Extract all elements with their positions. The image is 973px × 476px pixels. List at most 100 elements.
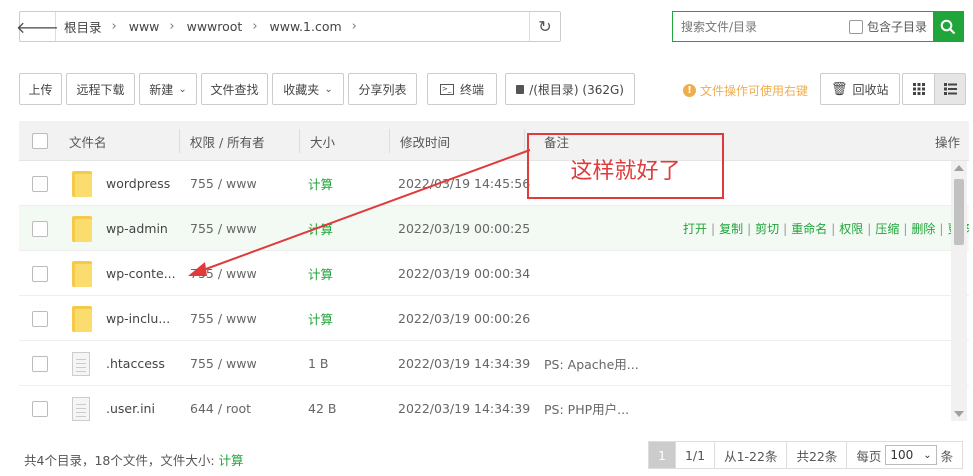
file-size[interactable]: 计算 [308,296,333,341]
warning-icon: ! [683,84,696,97]
page-total: 1/1 [676,442,716,468]
header-mtime[interactable]: 修改时间 [400,121,450,161]
crumb-site[interactable]: www.1.com [270,19,342,34]
upload-button[interactable]: 上传 [19,73,62,105]
table-row[interactable]: .htaccess 755 / www 1 B 2022/03/19 14:34:39… [19,341,969,386]
row-action-4[interactable]: 权限 [839,220,863,237]
row-checkbox[interactable] [32,175,48,192]
file-name[interactable]: .htaccess [106,341,165,386]
folder-summary: 共4个目录，18个文件，文件大小: 计算 [24,450,244,469]
folder-icon [72,170,92,197]
file-size[interactable]: 计算 [308,251,333,296]
refresh-icon[interactable]: ↻ [529,12,560,41]
file-name[interactable]: wp-admin [106,206,168,251]
disk-label: /(根目录) (362G) [529,82,624,97]
file-icon [72,396,90,421]
new-dropdown-button[interactable]: 新建 ⌄ [139,73,197,105]
breadcrumb: 根目录 › www › wwwroot › www.1.com › [56,17,529,36]
include-subdir-checkbox[interactable] [849,19,863,34]
row-checkbox[interactable] [32,355,48,372]
scroll-down-arrow-icon[interactable] [954,411,964,417]
table-row[interactable]: wp-admin 755 / www 计算 2022/03/19 00:00:25 打开… [19,206,969,251]
per-page-label: 每页 [856,448,882,464]
terminal-icon: >_ [439,83,454,95]
scroll-up-arrow-icon[interactable] [954,165,964,171]
row-checkbox[interactable] [32,265,48,282]
table-scrollbar[interactable] [951,161,967,421]
header-name[interactable]: 文件名 [69,121,107,161]
favorites-label: 收藏夹 [283,82,320,97]
file-name[interactable]: wordpress [106,161,170,206]
per-page-control: 每页 100 ⌄ 条 [847,442,962,468]
view-toggle [902,73,966,105]
file-mtime: 2022/03/19 00:00:26 [398,311,531,326]
row-action-6[interactable]: 删除 [911,220,935,237]
back-arrow-icon[interactable]: 🡐 [16,12,59,41]
row-action-0[interactable]: 打开 [683,220,707,237]
chevron-down-icon: ⌄ [324,83,333,95]
terminal-label: 终端 [459,82,484,97]
row-action-3[interactable]: 重命名 [791,220,827,237]
header-perm[interactable]: 权限 / 所有者 [190,121,265,161]
list-view-icon[interactable] [934,74,965,104]
table-row[interactable]: wp-inclu... 755 / www 计算 2022/03/19 00:00:2… [19,296,969,341]
header-size[interactable]: 大小 [310,121,335,161]
file-name[interactable]: wp-conte... [106,251,176,296]
scroll-thumb[interactable] [954,179,964,245]
file-size[interactable]: 计算 [308,206,333,251]
crumb-root[interactable]: 根目录 [64,17,102,36]
row-checkbox[interactable] [32,220,48,237]
file-perm[interactable]: 755 / www [190,251,257,296]
file-mtime: 2022/03/19 14:45:56 [398,176,531,191]
terminal-button[interactable]: >_ 终端 [427,73,497,105]
file-note[interactable]: PS: Apache用... [544,341,639,386]
page-current[interactable]: 1 [649,442,676,468]
search-box: 包含子目录 [672,11,964,42]
file-perm[interactable]: 644 / root [190,386,251,423]
per-page-select[interactable]: 100 ⌄ [885,445,937,465]
file-name[interactable]: wp-inclu... [106,296,170,341]
pagination: 1 1/1 从1-22条 共22条 每页 100 ⌄ 条 [648,441,964,469]
file-mtime: 2022/03/19 14:34:39 [398,401,531,416]
summary-calc-link[interactable]: 计算 [219,453,244,468]
row-action-2[interactable]: 剪切 [755,220,779,237]
table-header: 文件名 权限 / 所有者 大小 修改时间 备注 操作 [19,121,969,161]
disk-button[interactable]: /(根目录) (362G) [505,73,635,105]
file-mtime: 2022/03/19 00:00:25 [398,221,531,236]
search-input[interactable] [673,12,843,41]
file-perm[interactable]: 755 / www [190,161,257,206]
row-checkbox[interactable] [32,400,48,417]
search-icon [940,19,956,34]
table-row[interactable]: wp-conte... 755 / www 计算 2022/03/19 00:00:3… [19,251,969,296]
file-size[interactable]: 计算 [308,161,333,206]
row-action-1[interactable]: 复制 [719,220,743,237]
file-perm[interactable]: 755 / www [190,206,257,251]
recycle-bin-button[interactable]: 🗑 回收站 [820,73,900,105]
file-perm[interactable]: 755 / www [190,296,257,341]
row-action-5[interactable]: 压缩 [875,220,899,237]
grid-view-icon[interactable] [903,74,934,104]
annotation-text: 这样就好了 [570,159,681,184]
remote-download-button[interactable]: 远程下载 [66,73,135,105]
include-subdir-option[interactable]: 包含子目录 [849,18,927,35]
select-all-checkbox[interactable] [32,133,48,149]
crumb-wwwroot[interactable]: wwwroot [187,19,243,34]
search-button[interactable] [933,12,963,41]
trash-icon: 🗑 [831,81,848,97]
page-range: 从1-22条 [715,442,788,468]
crumb-www[interactable]: www [129,19,160,34]
file-search-button[interactable]: 文件查找 [201,73,268,105]
file-note[interactable]: PS: PHP用户... [544,386,629,423]
table-row[interactable]: wordpress 755 / www 计算 2022/03/19 14:45:56 [19,161,969,206]
folder-icon [72,260,92,287]
table-row[interactable]: .user.ini 644 / root 42 B 2022/03/19 14:34:… [19,386,969,423]
tip-text: 文件操作可使用右键 [700,84,809,98]
row-checkbox[interactable] [32,310,48,327]
favorites-dropdown-button[interactable]: 收藏夹 ⌄ [272,73,344,105]
file-perm[interactable]: 755 / www [190,341,257,386]
chevron-right-icon: › [169,19,175,34]
file-name[interactable]: .user.ini [106,386,155,423]
folder-icon [72,305,92,332]
share-list-button[interactable]: 分享列表 [348,73,417,105]
file-size: 42 B [308,401,337,416]
